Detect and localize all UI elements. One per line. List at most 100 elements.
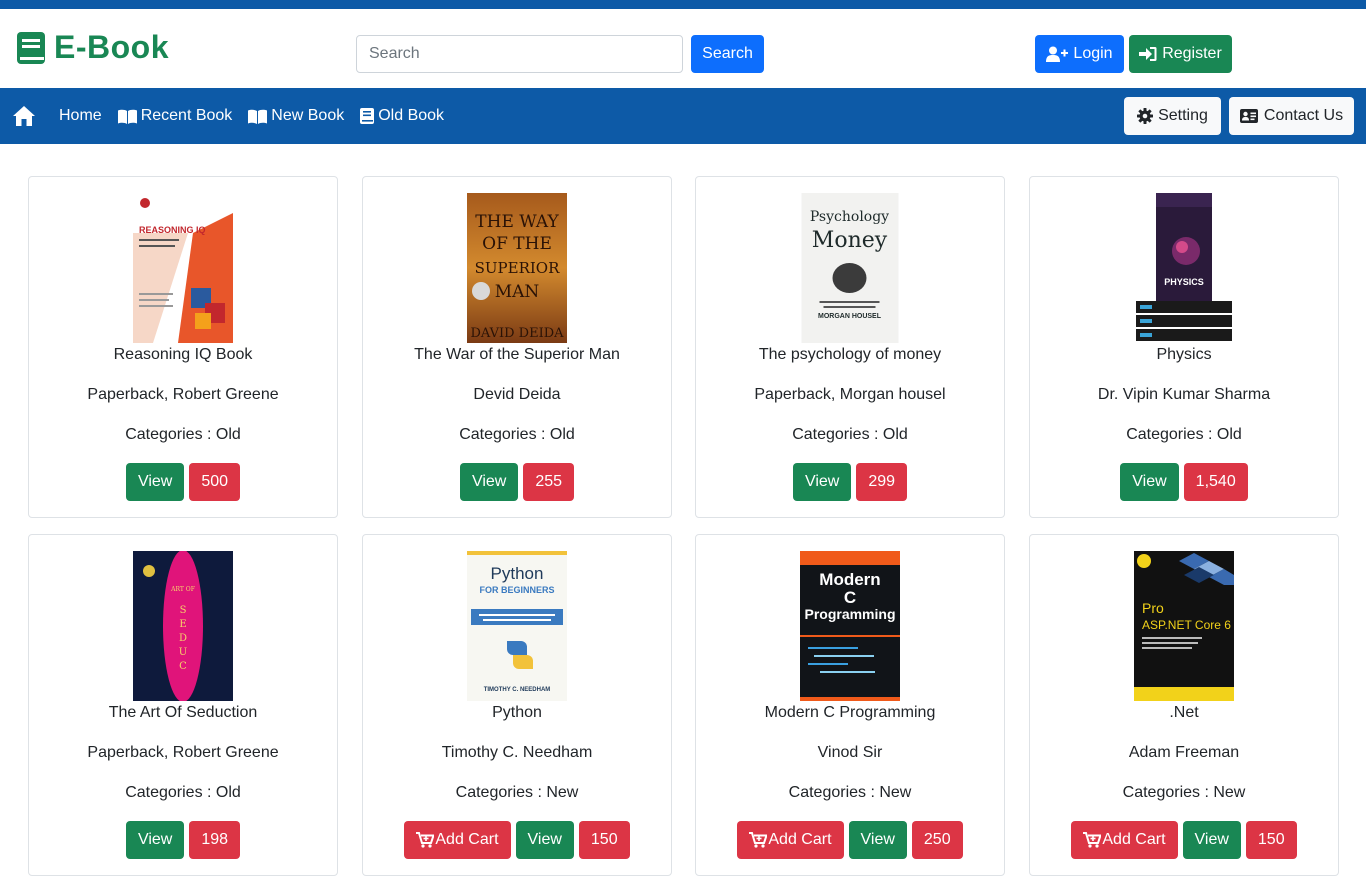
- book-category: Categories : New: [788, 784, 912, 801]
- svg-text:ART OF: ART OF: [170, 586, 195, 593]
- add-cart-label: Add Cart: [768, 831, 832, 848]
- nav-old-book[interactable]: Old Book: [360, 107, 444, 125]
- view-button[interactable]: View: [125, 463, 185, 501]
- search-button[interactable]: Search: [691, 35, 764, 73]
- book-cover-image[interactable]: Modern C Programming: [800, 551, 900, 701]
- svg-text:C: C: [844, 588, 856, 607]
- contact-us-button[interactable]: Contact Us: [1229, 97, 1354, 135]
- book-card: THE WAY OF THE SUPERIOR MAN DAVID DEIDA …: [362, 176, 672, 518]
- view-button[interactable]: View: [1120, 463, 1179, 501]
- svg-text:S: S: [180, 605, 187, 616]
- book-cover-image[interactable]: ART OF S E D U C: [133, 551, 233, 701]
- book-title: The psychology of money: [758, 346, 942, 363]
- book-card: REASONING IQ Reasoning IQ Book Paperback…: [28, 176, 338, 518]
- view-button[interactable]: View: [515, 821, 574, 859]
- book-author: Paperback, Robert Greene: [87, 386, 279, 403]
- svg-text:D: D: [179, 633, 187, 644]
- cover-title: Python: [491, 564, 544, 583]
- book-title: Modern C Programming: [764, 704, 936, 721]
- book-title: Physics: [1156, 346, 1212, 363]
- cart-plus-icon: [749, 832, 768, 848]
- svg-text:U: U: [179, 647, 187, 658]
- register-label: Register: [1162, 45, 1222, 62]
- view-button[interactable]: View: [1182, 821, 1241, 859]
- id-card-icon: [1239, 109, 1258, 123]
- header: E-Book Search Login Register: [0, 9, 1366, 88]
- register-button[interactable]: Register: [1129, 35, 1232, 73]
- book-actions: Add Cart View 250: [696, 821, 1004, 859]
- login-label: Login: [1073, 45, 1113, 62]
- book-category: Categories : Old: [792, 426, 908, 443]
- book-actions: View 255: [363, 463, 671, 501]
- add-cart-button[interactable]: Add Cart: [737, 821, 844, 859]
- nav-new-book-label: New Book: [271, 107, 345, 124]
- add-cart-button[interactable]: Add Cart: [404, 821, 511, 859]
- book-category: Categories : Old: [125, 784, 241, 801]
- book-cover-image[interactable]: REASONING IQ: [133, 193, 233, 343]
- nav-home-label: Home: [59, 107, 102, 124]
- nav-new-book[interactable]: New Book: [248, 107, 344, 125]
- book-cover-image[interactable]: Pro ASP.NET Core 6: [1134, 551, 1234, 701]
- book-author: Devid Deida: [473, 386, 561, 403]
- view-button[interactable]: View: [848, 821, 907, 859]
- price-button[interactable]: 198: [189, 821, 241, 859]
- book-title: The War of the Superior Man: [414, 346, 620, 363]
- svg-text:Programming: Programming: [804, 606, 895, 622]
- price-button[interactable]: 500: [189, 463, 241, 501]
- view-button[interactable]: View: [459, 463, 519, 501]
- nav-links: Home Recent Book New Book Old Book: [59, 88, 460, 144]
- search-input[interactable]: [356, 35, 683, 73]
- contact-us-label: Contact Us: [1263, 107, 1344, 124]
- book-card: PHYSICS Physics Dr. Vipin Kumar Sharma C…: [1029, 176, 1339, 518]
- book-author: Paperback, Morgan housel: [754, 386, 946, 403]
- add-cart-button[interactable]: Add Cart: [1071, 821, 1178, 859]
- price-button[interactable]: 299: [856, 463, 908, 501]
- book-category: Categories : Old: [125, 426, 241, 443]
- svg-text:MORGAN HOUSEL: MORGAN HOUSEL: [818, 313, 882, 320]
- book-actions: View 1,540: [1030, 463, 1338, 501]
- book-icon: [17, 31, 45, 64]
- book-cover-image[interactable]: Psychology Money MORGAN HOUSEL: [801, 193, 899, 343]
- book-cover-image[interactable]: PHYSICS: [1134, 193, 1234, 343]
- book-actions: View 198: [29, 821, 337, 859]
- nav-home[interactable]: Home: [59, 107, 102, 125]
- svg-text:Pro: Pro: [1142, 600, 1164, 616]
- book-author: Vinod Sir: [817, 744, 883, 761]
- view-button[interactable]: View: [125, 821, 185, 859]
- book-category: Categories : New: [455, 784, 579, 801]
- book-cover-image[interactable]: Python FOR BEGINNERS TIMOTHY C. NEEDHAM: [467, 551, 567, 701]
- book-cover-image[interactable]: THE WAY OF THE SUPERIOR MAN DAVID DEIDA: [467, 193, 567, 343]
- book-card: Modern C Programming Modern C Programmin…: [695, 534, 1005, 876]
- home-icon[interactable]: [12, 105, 36, 127]
- cover-title: REASONING IQ: [139, 225, 206, 235]
- svg-text:MAN: MAN: [495, 282, 540, 302]
- nav-recent-book[interactable]: Recent Book: [117, 107, 232, 125]
- book-title: Reasoning IQ Book: [113, 346, 253, 363]
- open-book-icon: [248, 109, 268, 124]
- view-button[interactable]: View: [792, 463, 852, 501]
- svg-text:TIMOTHY C. NEEDHAM: TIMOTHY C. NEEDHAM: [484, 687, 551, 693]
- book-author: Timothy C. Needham: [441, 744, 593, 761]
- svg-text:C: C: [179, 661, 187, 672]
- book-author: Paperback, Robert Greene: [87, 744, 279, 761]
- price-button[interactable]: 150: [1245, 821, 1297, 859]
- price-button[interactable]: 150: [578, 821, 630, 859]
- price-button[interactable]: 250: [911, 821, 963, 859]
- book-icon: [360, 108, 375, 124]
- book-category: Categories : Old: [459, 426, 575, 443]
- brand-name: E-Book: [54, 29, 169, 65]
- open-book-icon: [117, 109, 137, 124]
- book-card: ART OF S E D U C The Art Of Seduction Pa…: [28, 534, 338, 876]
- brand-logo[interactable]: E-Book: [16, 29, 169, 66]
- price-button[interactable]: 255: [523, 463, 575, 501]
- book-actions: Add Cart View 150: [363, 821, 671, 859]
- add-cart-label: Add Cart: [1102, 831, 1166, 848]
- svg-text:PHYSICS: PHYSICS: [1164, 277, 1204, 287]
- price-button[interactable]: 1,540: [1183, 463, 1248, 501]
- book-card: Python FOR BEGINNERS TIMOTHY C. NEEDHAM …: [362, 534, 672, 876]
- svg-text:THE WAY: THE WAY: [475, 212, 559, 232]
- setting-button[interactable]: Setting: [1124, 97, 1221, 135]
- login-button[interactable]: Login: [1035, 35, 1124, 73]
- svg-text:Money: Money: [812, 228, 888, 253]
- svg-text:OF THE: OF THE: [482, 234, 552, 254]
